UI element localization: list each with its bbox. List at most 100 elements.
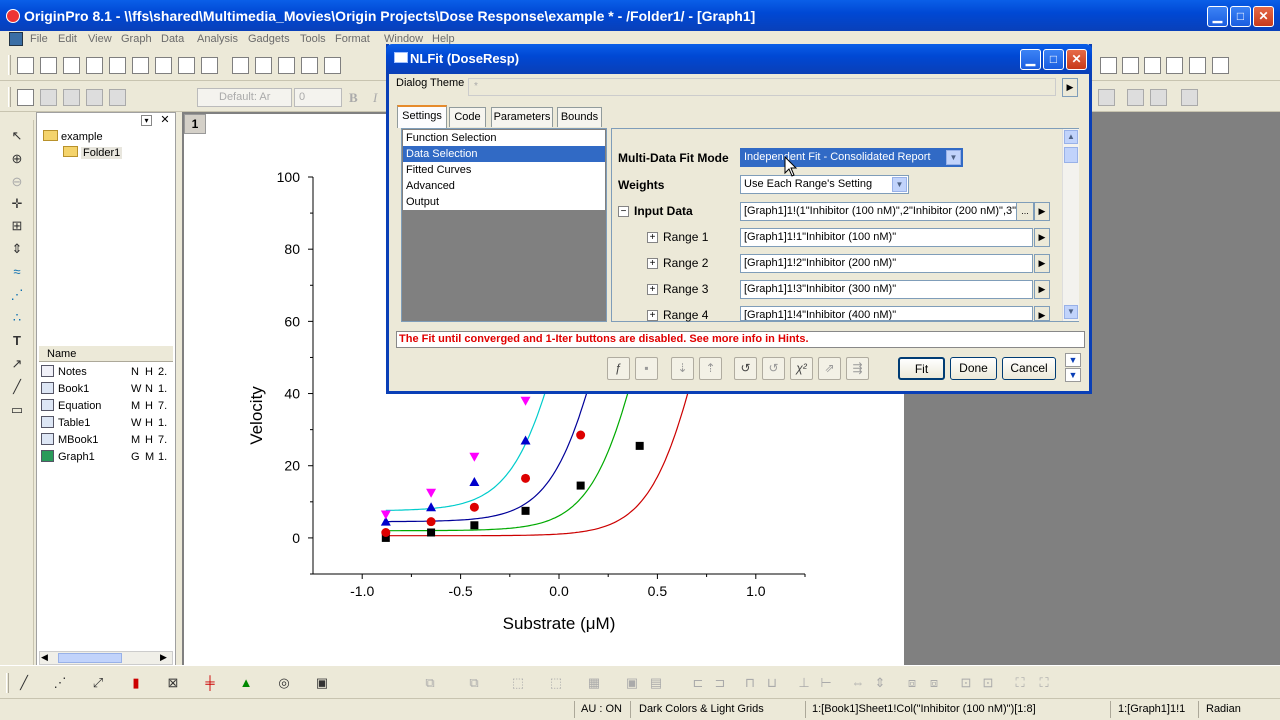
multi-panel-icon[interactable]: ⊠ <box>165 675 181 691</box>
new-function-icon[interactable] <box>132 57 149 74</box>
dialog-minimize-button[interactable]: ▁ <box>1020 49 1041 70</box>
rectangle-tool-icon[interactable]: ▭ <box>9 402 25 418</box>
list-item[interactable]: Notes N H 2. <box>41 364 173 381</box>
list-item[interactable]: Graph1 G M 1. <box>41 449 173 466</box>
same-height-icon[interactable]: ⇕ <box>872 675 888 691</box>
menu-file[interactable]: File <box>30 33 48 45</box>
stamp-icon[interactable] <box>86 89 103 106</box>
paint-icon[interactable] <box>40 89 57 106</box>
new-excel-icon[interactable] <box>63 57 80 74</box>
nav-advanced[interactable]: Advanced <box>403 178 605 194</box>
align-right-icon[interactable]: ⊐ <box>712 675 728 691</box>
expand-icon[interactable]: + <box>647 258 658 269</box>
tree-root-example[interactable]: example <box>43 130 103 143</box>
stack-icon[interactable]: ⬚ <box>510 675 526 691</box>
nav-data-selection[interactable]: Data Selection <box>403 146 605 162</box>
collapse-icon[interactable]: − <box>618 206 629 217</box>
tab-parameters[interactable]: Parameters <box>491 107 553 127</box>
multi-data-fit-mode-select[interactable]: Independent Fit - Consolidated Report ▼ <box>740 148 963 167</box>
chi-square-icon[interactable]: χ² <box>790 357 813 380</box>
italic-button[interactable]: I <box>373 90 377 106</box>
script-window-icon[interactable] <box>1122 57 1139 74</box>
save-icon[interactable]: ▪ <box>635 357 658 380</box>
bold-button[interactable]: B <box>349 90 358 106</box>
scroll-thumb[interactable] <box>1064 147 1078 163</box>
browse-button[interactable]: ... <box>1016 202 1034 221</box>
chart-icon[interactable]: ▤ <box>648 675 664 691</box>
draw-data-icon[interactable]: ⋰ <box>9 287 25 303</box>
reset-gray-icon[interactable]: ↺ <box>762 357 785 380</box>
zoom-in-icon[interactable]: ⊕ <box>9 151 25 167</box>
list-item[interactable]: MBook1 M H 7. <box>41 432 173 449</box>
tab-code[interactable]: Code <box>449 107 486 127</box>
range-3-field[interactable]: [Graph1]1!3"Inhibitor (300 nM)" <box>740 280 1033 299</box>
data-reader-icon[interactable]: ⊞ <box>9 218 25 234</box>
scroll-left-icon[interactable]: ◀ <box>41 652 48 663</box>
group-icon[interactable]: ⊡ <box>958 675 974 691</box>
open-template-icon[interactable] <box>201 57 218 74</box>
weights-select[interactable]: Use Each Range's Setting ▼ <box>740 175 909 194</box>
toolbar-grip[interactable] <box>6 673 9 693</box>
lock-icon[interactable] <box>1181 89 1198 106</box>
line-tool-icon[interactable]: ╱ <box>9 379 25 395</box>
dialog-close-button[interactable]: ✕ <box>1066 49 1087 70</box>
arrow-tool-icon[interactable]: ↗ <box>9 356 25 372</box>
statistics-plot-icon[interactable]: ╪ <box>202 675 218 691</box>
new-layout-icon[interactable] <box>155 57 172 74</box>
same-width-icon[interactable]: ⇔ <box>850 675 866 691</box>
grid-icon[interactable]: ▦ <box>586 675 602 691</box>
align-icon[interactable] <box>1098 89 1115 106</box>
nav-fitted-curves[interactable]: Fitted Curves <box>403 162 605 178</box>
back-icon[interactable]: ⧈ <box>926 675 942 691</box>
expand-down-icon[interactable]: ▼ <box>1065 368 1081 382</box>
new-graph-icon[interactable] <box>86 57 103 74</box>
chevron-down-icon[interactable]: ▼ <box>946 150 961 165</box>
list-item[interactable]: Book1 W N 1. <box>41 381 173 398</box>
template-icon[interactable]: ▣ <box>314 675 330 691</box>
maximize-button[interactable]: □ <box>1230 6 1251 27</box>
scroll-thumb[interactable] <box>58 653 122 663</box>
save-project-icon[interactable] <box>301 57 318 74</box>
open-sample-icon[interactable] <box>278 57 295 74</box>
align-top-icon[interactable]: ⊓ <box>742 675 758 691</box>
layer-merge-icon[interactable]: ⧉ <box>466 675 482 691</box>
list-item[interactable]: Equation M H 7. <box>41 398 173 415</box>
fit-until-converged-icon[interactable]: ⇶ <box>846 357 869 380</box>
center-h-icon[interactable]: ⊢ <box>818 675 834 691</box>
list-item[interactable]: Table1 W H 1. <box>41 415 173 432</box>
pencil-icon[interactable] <box>17 89 34 106</box>
tree-folder1[interactable]: Folder1 <box>63 146 123 159</box>
open-excel-icon[interactable] <box>255 57 272 74</box>
close-button[interactable]: ✕ <box>1253 6 1274 27</box>
panel-scrollbar[interactable]: ▲ ▼ <box>1062 129 1079 321</box>
range-1-field[interactable]: [Graph1]1!1"Inhibitor (100 nM)" <box>740 228 1033 247</box>
3d-plot-icon[interactable]: ▲ <box>238 675 254 691</box>
results-log-icon[interactable] <box>1144 57 1161 74</box>
tab-settings[interactable]: Settings <box>397 105 447 128</box>
nav-output[interactable]: Output <box>403 194 605 210</box>
spacing-icon[interactable] <box>1150 89 1167 106</box>
scroll-up-icon[interactable]: ▲ <box>1064 130 1078 144</box>
new-workbook-icon[interactable] <box>40 57 57 74</box>
range-3-menu-arrow-icon[interactable]: ▶ <box>1034 280 1050 299</box>
toolbar-grip[interactable] <box>8 55 11 75</box>
chevron-down-icon[interactable]: ▼ <box>892 177 907 192</box>
new-matrix-icon[interactable] <box>109 57 126 74</box>
open-icon[interactable] <box>232 57 249 74</box>
font-size-select[interactable]: 0 <box>294 88 342 107</box>
mask-points-icon[interactable]: ≈ <box>9 264 25 280</box>
command-window-icon[interactable] <box>1166 57 1183 74</box>
image-icon[interactable]: ▣ <box>624 675 640 691</box>
zoom-out-icon[interactable]: ⊖ <box>9 174 25 190</box>
one-iteration-icon[interactable]: ⇗ <box>818 357 841 380</box>
menu-analysis[interactable]: Analysis <box>197 33 238 45</box>
front-icon[interactable]: ⧈ <box>904 675 920 691</box>
sort-up-icon[interactable]: ⇡ <box>699 357 722 380</box>
dialog-maximize-button[interactable]: □ <box>1043 49 1064 70</box>
explorer-pin-icon[interactable]: ▾ <box>141 115 152 126</box>
menu-format[interactable]: Format <box>335 33 370 45</box>
line-plot-icon[interactable]: ╱ <box>16 675 32 691</box>
code-builder-icon[interactable] <box>1100 57 1117 74</box>
distribute-icon[interactable] <box>1127 89 1144 106</box>
fit-curve-icon[interactable]: ƒ <box>607 357 630 380</box>
